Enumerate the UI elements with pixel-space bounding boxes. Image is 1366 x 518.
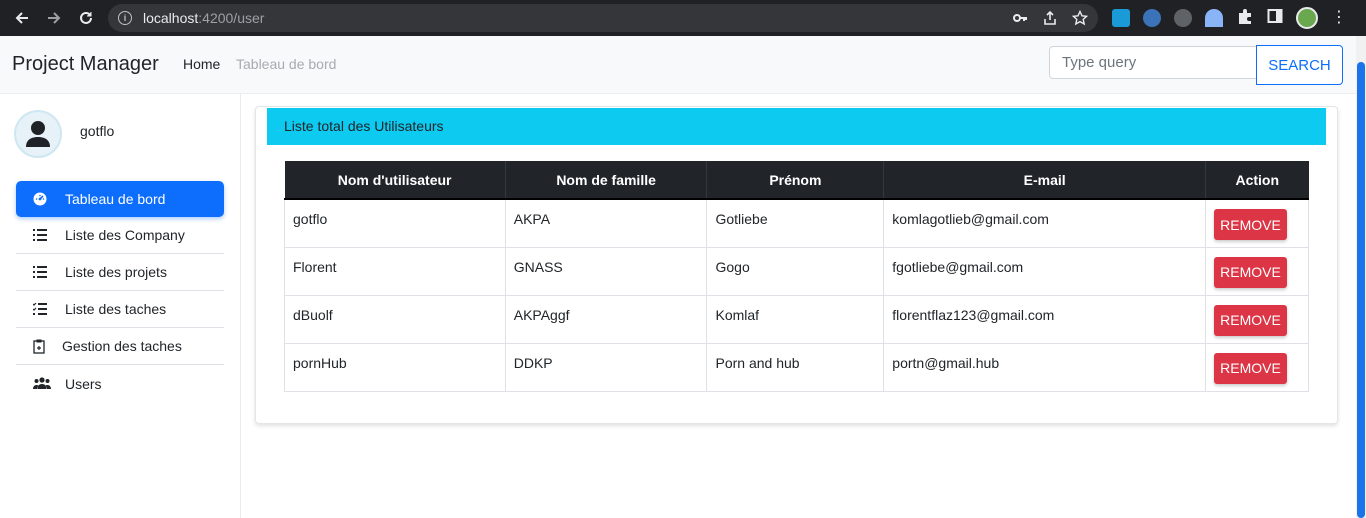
remove-button[interactable]: REMOVE: [1214, 209, 1287, 240]
table-row: Florent GNASS Gogo fgotliebe@gmail.com R…: [284, 246, 1309, 296]
user-avatar: [14, 110, 62, 158]
key-icon[interactable]: [1012, 10, 1028, 26]
cell-action: REMOVE: [1205, 294, 1309, 344]
column-header: E-mail: [883, 161, 1206, 200]
cell-last-name: AKPAggf: [504, 294, 708, 344]
cell-last-name: AKPA: [504, 198, 708, 248]
column-header: Nom de famille: [505, 161, 708, 200]
cell-last-name: DDKP: [504, 342, 708, 392]
sidebar: gotflo Tableau de bord Liste des Company…: [0, 94, 241, 518]
cell-action: REMOVE: [1205, 342, 1309, 392]
list-icon: [33, 265, 49, 279]
sidebar-item-label: Liste des Company: [65, 227, 185, 243]
table-row: dBuolf AKPAggf Komlaf florentflaz123@gma…: [284, 294, 1309, 344]
extension-arch-icon[interactable]: [1205, 9, 1223, 27]
cell-first-name: Gogo: [706, 246, 885, 296]
address-bar[interactable]: i localhost:4200/user: [108, 4, 1098, 32]
sidebar-item-label: Liste des projets: [65, 264, 167, 280]
cell-first-name: Gotliebe: [706, 198, 885, 248]
extension-recycle-icon[interactable]: [1174, 9, 1192, 27]
bookmark-star-icon[interactable]: [1072, 10, 1088, 26]
sidebar-item-tableau-de-bord[interactable]: Tableau de bord: [16, 181, 224, 217]
clipboard-icon: [33, 339, 49, 354]
checklist-icon: [32, 302, 49, 316]
search-input[interactable]: [1049, 46, 1257, 79]
sidebar-item-label: Users: [65, 375, 102, 392]
sidebar-item-liste-des-company[interactable]: Liste des Company: [16, 217, 224, 254]
list-icon: [33, 228, 49, 242]
column-header: Action: [1205, 161, 1309, 200]
sidebar-item-users[interactable]: Users: [16, 365, 224, 402]
sidebar-item-label: Liste des taches: [65, 301, 167, 317]
brand-title[interactable]: Project Manager: [12, 53, 159, 76]
remove-button[interactable]: REMOVE: [1214, 256, 1287, 288]
share-icon[interactable]: [1042, 10, 1058, 26]
sidebar-item-liste-des-projets[interactable]: Liste des projets: [16, 254, 224, 291]
cell-email: portn@gmail.hub: [883, 342, 1206, 392]
users-card: Liste total des Utilisateurs Nom d'utili…: [255, 106, 1338, 424]
search-button[interactable]: SEARCH: [1256, 45, 1343, 85]
nav-link-tableau-de-bord[interactable]: Tableau de bord: [236, 56, 336, 72]
extension-translate-icon[interactable]: [1112, 9, 1130, 27]
extensions-puzzle-icon[interactable]: [1236, 7, 1254, 30]
extension-plane-icon[interactable]: [1143, 9, 1161, 27]
scrollbar-thumb[interactable]: [1357, 62, 1365, 518]
sidebar-item-label: Tableau de bord: [65, 191, 166, 207]
user-name: gotflo: [80, 123, 115, 139]
cell-email: komlagotlieb@gmail.com: [883, 198, 1206, 248]
user-silhouette-icon: [26, 121, 50, 147]
more-menu-icon[interactable]: ⋮: [1331, 10, 1347, 26]
forward-arrow-icon[interactable]: [43, 7, 65, 29]
cell-username: Florent: [284, 246, 506, 296]
remove-button[interactable]: REMOVE: [1214, 352, 1287, 384]
cell-action: REMOVE: [1205, 246, 1309, 296]
users-table: Nom d'utilisateur Nom de famille Prénom …: [284, 161, 1309, 392]
remove-button[interactable]: REMOVE: [1214, 304, 1287, 336]
side-panel-icon[interactable]: [1267, 8, 1283, 29]
sidebar-menu: Tableau de bord Liste des Company Liste …: [16, 181, 224, 402]
cell-username: gotflo: [284, 198, 506, 248]
reload-icon[interactable]: [75, 7, 97, 29]
dashboard-icon: [33, 192, 49, 206]
table-row: gotflo AKPA Gotliebe komlagotlieb@gmail.…: [284, 198, 1309, 248]
cell-username: pornHub: [284, 342, 506, 392]
users-icon: [33, 376, 51, 390]
site-info-icon[interactable]: i: [118, 11, 132, 25]
sidebar-item-liste-des-taches[interactable]: Liste des taches: [16, 291, 224, 328]
cell-action: REMOVE: [1205, 198, 1309, 248]
nav-link-home[interactable]: Home: [183, 56, 220, 72]
card-title: Liste total des Utilisateurs: [267, 108, 1326, 145]
column-header: Prénom: [706, 161, 885, 200]
app-navbar: Project Manager Home Tableau de bord SEA…: [0, 36, 1356, 94]
column-header: Nom d'utilisateur: [284, 161, 506, 200]
url-text: localhost:4200/user: [143, 10, 265, 26]
cell-username: dBuolf: [284, 294, 506, 344]
sidebar-item-label: Gestion des taches: [62, 338, 182, 354]
back-arrow-icon[interactable]: [11, 7, 33, 29]
cell-last-name: GNASS: [504, 246, 708, 296]
cell-first-name: Porn and hub: [706, 342, 885, 392]
table-row: pornHub DDKP Porn and hub portn@gmail.hu…: [284, 342, 1309, 392]
browser-toolbar: i localhost:4200/user ⋮: [0, 0, 1366, 36]
profile-avatar[interactable]: [1296, 7, 1318, 29]
table-header-row: Nom d'utilisateur Nom de famille Prénom …: [284, 161, 1309, 200]
cell-email: florentflaz123@gmail.com: [883, 294, 1206, 344]
cell-first-name: Komlaf: [706, 294, 885, 344]
sidebar-item-gestion-des-taches[interactable]: Gestion des taches: [16, 328, 224, 365]
cell-email: fgotliebe@gmail.com: [883, 246, 1206, 296]
